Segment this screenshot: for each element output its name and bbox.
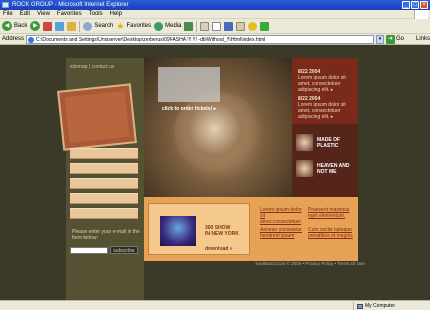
promo-title: 300 SHOW IN NEW YORK	[205, 225, 239, 237]
search-label: Search	[94, 23, 114, 29]
subscribe-button[interactable]: subscribe	[110, 246, 138, 254]
menu-help[interactable]: Help	[110, 11, 122, 17]
album-list: MADE OF PLASTIC HEAVEN AND NOT ME	[292, 124, 358, 197]
print-icon[interactable]	[212, 21, 222, 31]
menu-strip-3[interactable]	[70, 178, 138, 189]
back-arrow-icon: ◀	[2, 21, 12, 31]
menu-strip-1[interactable]	[70, 148, 138, 159]
menu-edit[interactable]: Edit	[20, 11, 30, 17]
favorites-label: Favorites	[126, 23, 152, 29]
text-link[interactable]: Aenean consetetur hendrerit ipsum	[260, 227, 304, 239]
addon-icon[interactable]	[260, 21, 270, 31]
edit-icon[interactable]	[224, 21, 234, 31]
messenger-icon[interactable]	[248, 21, 258, 31]
news-item: 8/22 2004 Lorem ipsum dolor sit amet, co…	[298, 96, 354, 120]
go-label: Go	[395, 36, 404, 42]
discuss-icon[interactable]	[236, 21, 246, 31]
left-panel: sitemap | contact us Please enter your e…	[57, 58, 144, 300]
stop-icon[interactable]	[43, 21, 53, 31]
menu-view[interactable]: View	[37, 11, 50, 17]
home-icon[interactable]	[67, 21, 77, 31]
menu-strip-5[interactable]	[70, 208, 138, 219]
news-column: 8/22 2004 Lorem ipsum dolor sit amet, co…	[292, 58, 358, 197]
status-bar: My Computer	[0, 300, 430, 310]
back-label: Back	[14, 23, 28, 29]
go-button[interactable]: ➜ Go	[385, 34, 404, 44]
menu-bar: File Edit View Favorites Tools Help	[0, 10, 430, 19]
hero-overlay-box	[158, 67, 220, 102]
toolbar-separator	[196, 20, 198, 32]
subscribe-prompt: Please enter your e-mail in the form bel…	[72, 229, 140, 241]
top-nav[interactable]: sitemap | contact us	[70, 64, 114, 70]
minimize-button[interactable]: _	[402, 1, 410, 9]
address-dropdown[interactable]: ▾	[376, 34, 384, 44]
links-label[interactable]: Links	[416, 36, 430, 42]
title-bar: ROCK GROUP - Microsoft Internet Explorer…	[0, 0, 430, 10]
menu-strip-4[interactable]	[70, 193, 138, 204]
go-arrow-icon: ➜	[385, 34, 395, 44]
order-tickets-link[interactable]: click to order tickets! ▸	[162, 106, 216, 112]
promo-line-2: IN NEW YORK	[205, 231, 239, 237]
address-bar: Address C:\Documents and Settings\Unisse…	[0, 34, 430, 45]
download-link[interactable]: download »	[205, 246, 233, 252]
news-text[interactable]: Lorem ipsum dolor sit amet, consectetuer…	[298, 102, 354, 120]
toolbar-separator	[79, 20, 81, 32]
torn-paper-graphic	[57, 83, 137, 151]
toolbar: ◀ Back ▶ Search ★ Favorites Media	[0, 19, 430, 34]
search-icon	[83, 21, 93, 31]
refresh-icon[interactable]	[55, 21, 65, 31]
email-field[interactable]	[70, 247, 108, 254]
computer-icon	[357, 303, 363, 309]
maximize-button[interactable]: □	[411, 1, 419, 9]
search-button[interactable]: Search	[83, 21, 114, 31]
crowd-photo	[174, 93, 264, 173]
album-title[interactable]: MADE OF PLASTIC	[317, 137, 355, 149]
text-link[interactable]: Cum sociis natoque penatibus et magnis	[308, 227, 354, 239]
text-link[interactable]: Lorem ipsum dolor sit amet.consectetuer	[260, 207, 304, 225]
media-icon	[154, 21, 164, 31]
address-url: C:\Documents and Settings\Unisserver\Des…	[36, 36, 266, 43]
menu-tools[interactable]: Tools	[89, 11, 103, 17]
window-title: ROCK GROUP - Microsoft Internet Explorer	[12, 2, 129, 8]
security-zone: My Computer	[353, 302, 395, 310]
hero-image: click to order tickets! ▸	[144, 58, 292, 197]
address-input[interactable]: C:\Documents and Settings\Unisserver\Des…	[26, 34, 375, 44]
back-button[interactable]: ◀ Back	[2, 21, 27, 31]
zone-label: My Computer	[365, 303, 396, 309]
menu-favorites[interactable]: Favorites	[57, 11, 82, 17]
close-button[interactable]: ×	[420, 1, 428, 9]
star-icon: ★	[116, 20, 125, 31]
bottom-section: 300 SHOW IN NEW YORK download » Lorem ip…	[144, 197, 358, 261]
history-icon[interactable]	[184, 21, 194, 31]
page-content: sitemap | contact us Please enter your e…	[0, 45, 430, 300]
concert-photo	[160, 216, 196, 246]
media-label: Media	[165, 23, 182, 29]
address-label: Address	[2, 36, 25, 42]
album-thumbnail[interactable]	[296, 134, 313, 151]
menu-strip-2[interactable]	[70, 163, 138, 174]
ie-icon	[2, 2, 9, 8]
windows-logo-icon	[414, 10, 428, 19]
media-button[interactable]: Media	[154, 21, 182, 31]
news-text[interactable]: Lorem ipsum dolor sit amet, consectetuer…	[298, 75, 354, 93]
mail-icon[interactable]	[200, 21, 210, 31]
menu-file[interactable]: File	[3, 11, 13, 17]
favorites-button[interactable]: ★ Favorites	[116, 21, 151, 32]
album-title[interactable]: HEAVEN AND NOT ME	[317, 163, 355, 175]
footer-text[interactable]: YourBand.Com © 2004 • Privacy Policy • T…	[255, 261, 365, 266]
forward-button[interactable]: ▶	[30, 21, 41, 31]
text-link[interactable]: Praesent maximus eget elementum.	[308, 207, 354, 219]
album-thumbnail[interactable]	[296, 160, 313, 177]
news-item: 8/22 2004 Lorem ipsum dolor sit amet, co…	[298, 69, 354, 93]
show-promo: 300 SHOW IN NEW YORK download »	[148, 203, 250, 255]
page-icon	[28, 36, 35, 43]
